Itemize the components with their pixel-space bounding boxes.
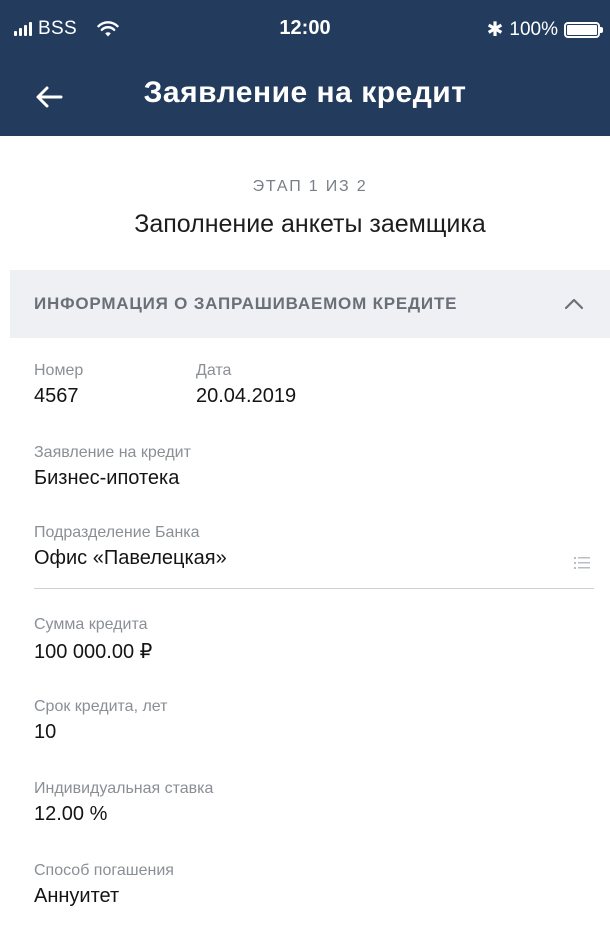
field-branch-label: Подразделение Банка [34,524,200,541]
field-rate-value: 12.00 % [34,803,108,825]
battery-percent: 100% [509,18,558,40]
field-number-value: 4567 [34,385,79,407]
list-icon[interactable] [574,556,590,570]
field-amount-label: Сумма кредита [34,616,148,633]
status-right: ✱ 100% [486,17,603,42]
nav-bar: Заявление на кредит [0,62,610,136]
field-repayment-label: Способ погашения [34,862,174,879]
section-header-credit-info[interactable]: ИНФОРМАЦИЯ О ЗАПРАШИВАЕМОМ КРЕДИТЕ [10,270,610,338]
section-title: ИНФОРМАЦИЯ О ЗАПРАШИВАЕМОМ КРЕДИТЕ [34,294,458,313]
field-branch-value: Офис «Павелецкая» [34,547,227,569]
bluetooth-icon: ✱ [486,19,504,41]
chevron-up-icon[interactable] [562,292,586,316]
field-application-label: Заявление на кредит [34,444,191,461]
step-label: ЭТАП 1 ИЗ 2 [252,178,368,195]
field-repayment: Способ погашения Аннуитет [34,862,174,908]
field-date-value: 20.04.2019 [196,385,297,407]
field-term-value: 10 [34,721,57,743]
field-term: Срок кредита, лет 10 [34,698,167,744]
step-block: ЭТАП 1 ИЗ 2 Заполнение анкеты заемщика [10,136,610,270]
field-repayment-value: Аннуитет [34,885,120,907]
field-number: Номер 4567 [34,362,83,408]
field-number-label: Номер [34,362,84,379]
content-card: ЭТАП 1 ИЗ 2 Заполнение анкеты заемщика И… [10,136,610,947]
field-date: Дата 20.04.2019 [196,362,296,408]
field-date-label: Дата [196,362,232,379]
field-amount: Сумма кредита 100 000.00 ₽ [34,616,152,664]
field-rate: Индивидуальная ставка 12.00 % [34,780,213,826]
field-application: Заявление на кредит Бизнес-ипотека [34,444,191,490]
field-term-label: Срок кредита, лет [34,698,168,715]
step-title: Заполнение анкеты заемщика [134,210,486,238]
field-application-value: Бизнес-ипотека [34,467,180,489]
branch-select[interactable]: Подразделение Банка Офис «Павелецкая» [34,524,594,589]
page-title: Заявление на кредит [143,76,467,109]
battery-icon [564,21,603,38]
status-bar: BSS 12:00 ✱ 100% [0,0,610,62]
field-rate-label: Индивидуальная ставка [34,780,214,797]
field-amount-value: 100 000.00 ₽ [34,641,153,663]
